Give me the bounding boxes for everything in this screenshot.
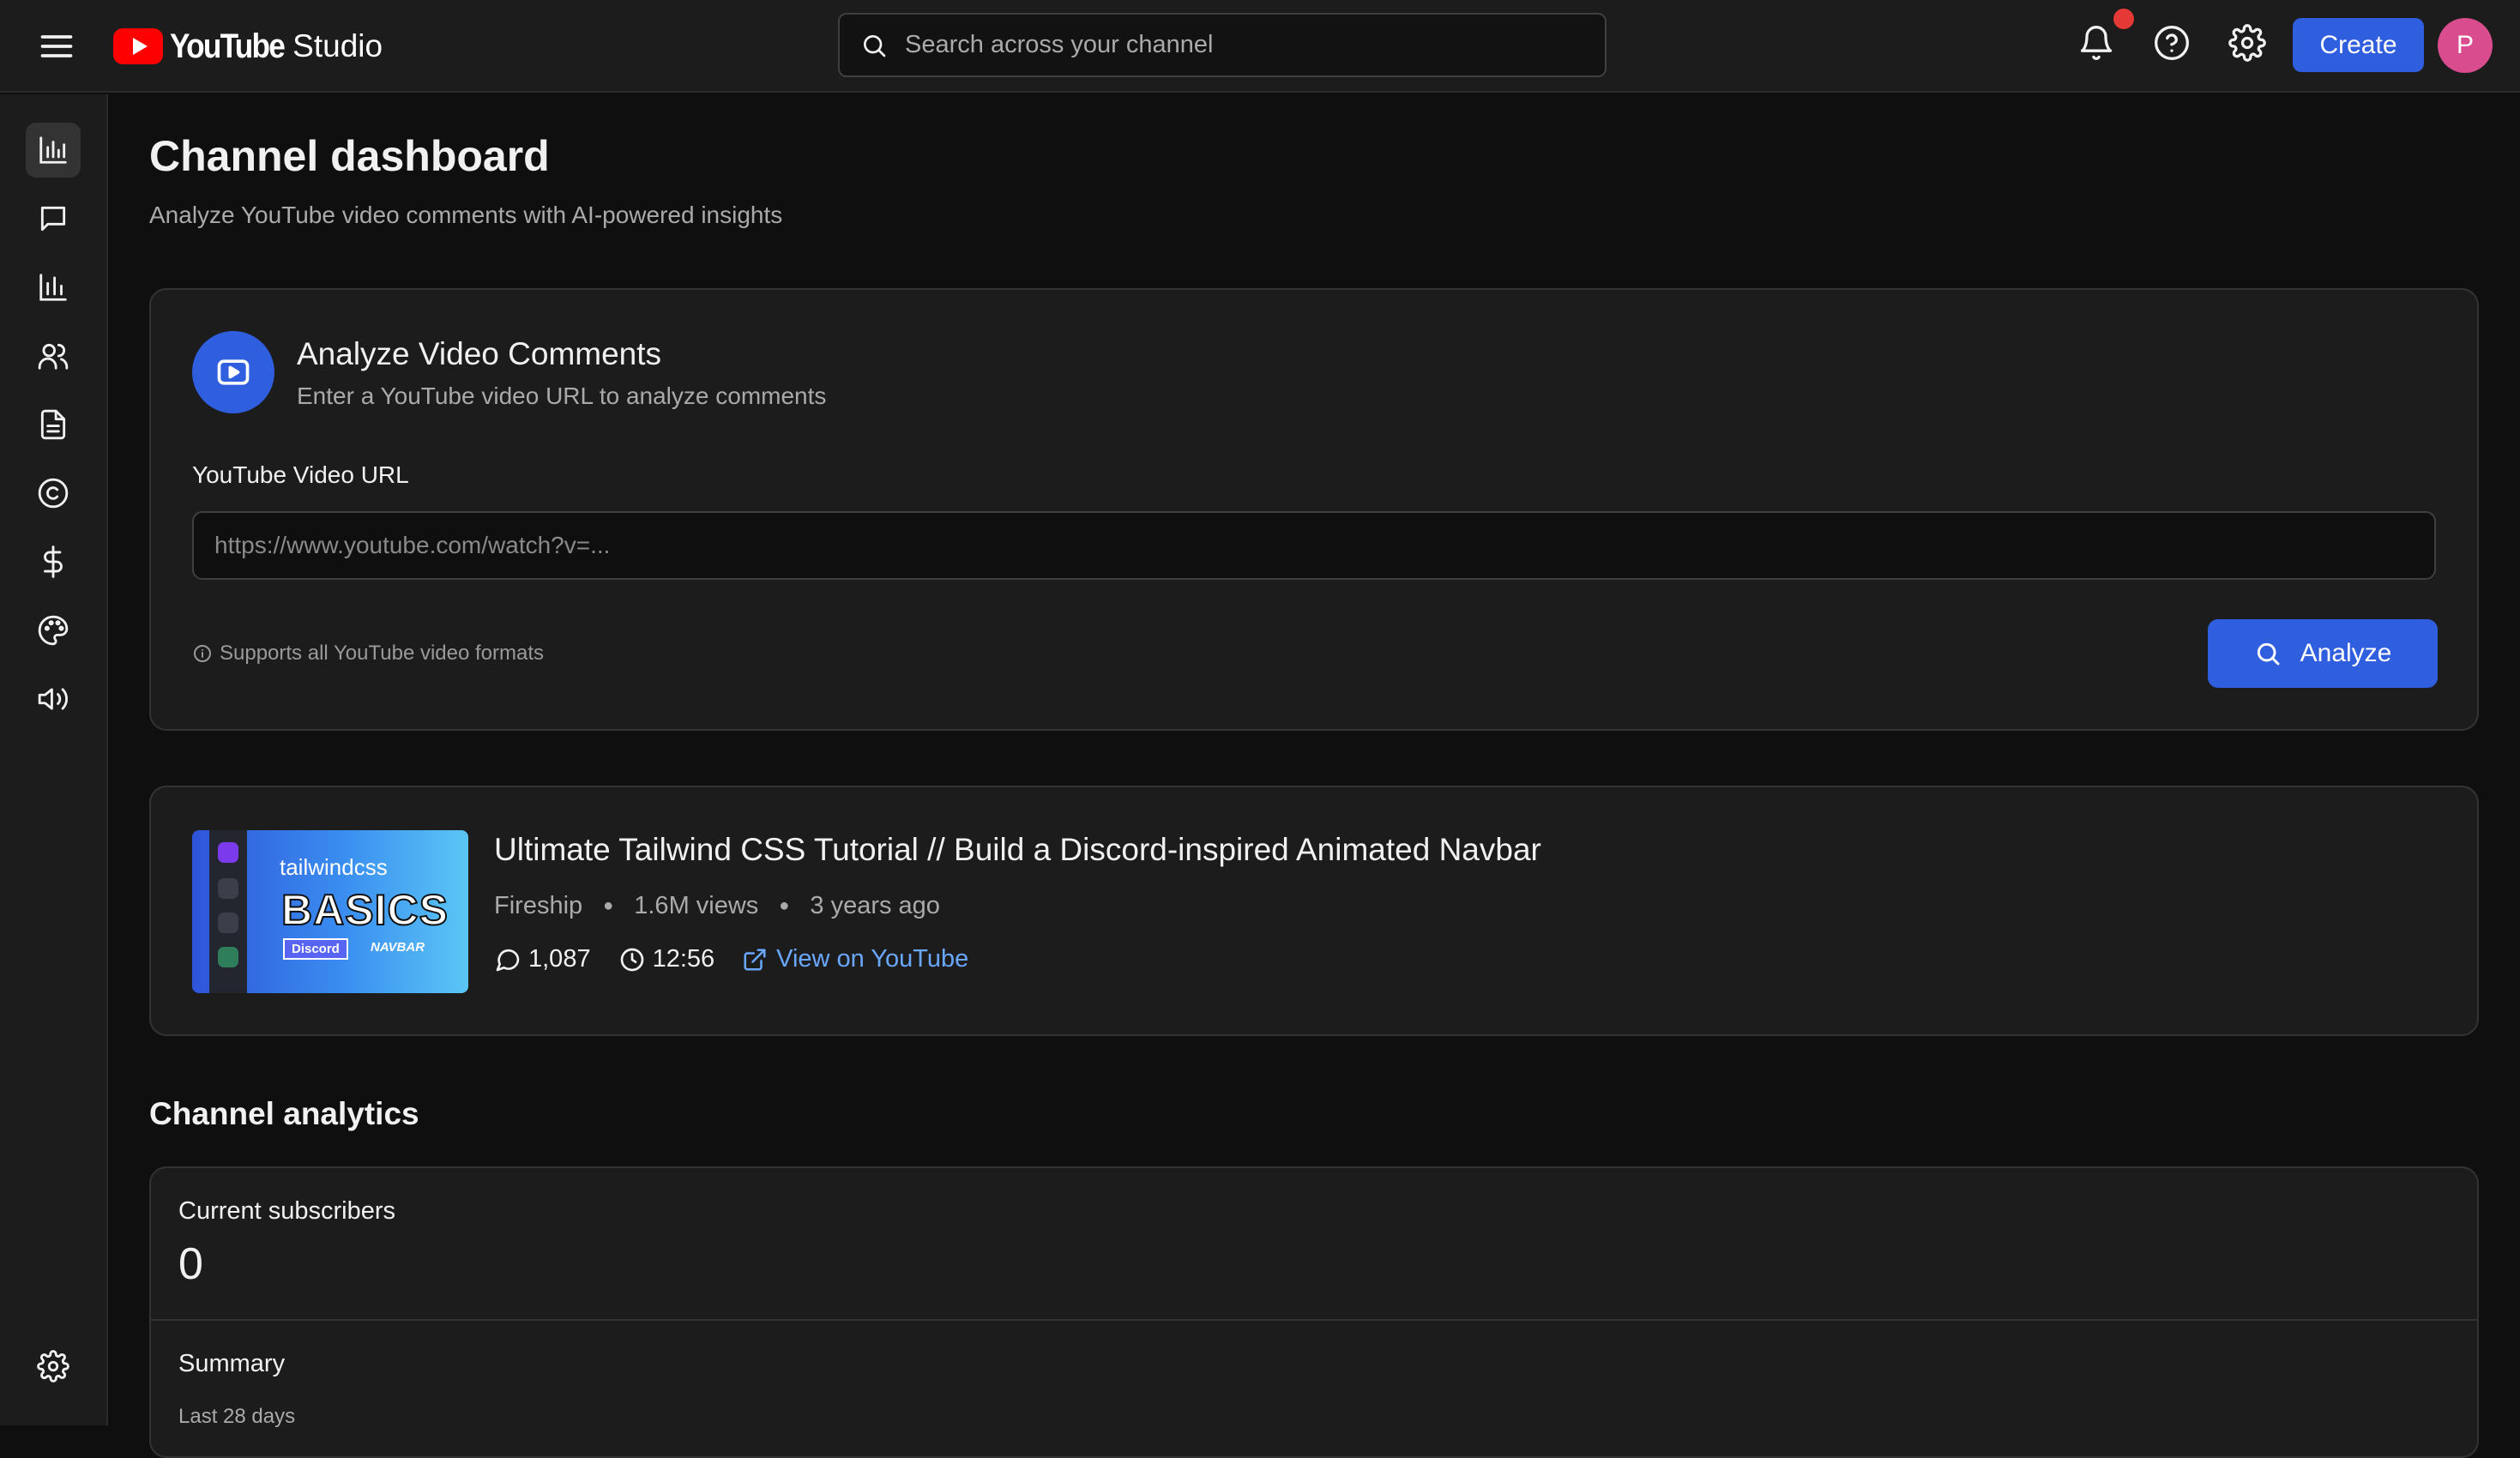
separator-dot: ● xyxy=(603,896,614,915)
thumbnail-tag-discord: Discord xyxy=(283,938,348,960)
duration-stat: 12:56 xyxy=(618,945,715,973)
search-icon xyxy=(864,34,886,57)
video-play-icon xyxy=(192,331,274,413)
analytics-card: Current subscribers 0 Summary Last 28 da… xyxy=(149,1166,2479,1458)
subscribers-value: 0 xyxy=(178,1239,203,1289)
channel-name[interactable]: Fireship xyxy=(494,892,582,920)
settings-icon xyxy=(37,1350,69,1383)
comment-icon xyxy=(496,949,520,971)
video-title[interactable]: Ultimate Tailwind CSS Tutorial // Build … xyxy=(494,832,1541,868)
thumbnail-headline: BASICS xyxy=(280,885,449,935)
avatar[interactable]: P xyxy=(2438,18,2493,73)
youtube-studio-logo[interactable]: YouTube Studio xyxy=(113,22,383,70)
url-field-label: YouTube Video URL xyxy=(192,461,409,488)
search-bar[interactable] xyxy=(838,13,1607,77)
sidebar-item-analytics[interactable] xyxy=(26,260,81,315)
thumbnail-brand: tailwindcss xyxy=(280,854,388,880)
page-subtitle: Analyze YouTube video comments with AI-p… xyxy=(149,202,783,228)
help-icon[interactable] xyxy=(2153,24,2194,65)
info-icon xyxy=(194,645,211,662)
analyze-card-title: Analyze Video Comments xyxy=(297,336,662,371)
channel-analytics-heading: Channel analytics xyxy=(149,1096,419,1131)
analyze-button[interactable]: Analyze xyxy=(2208,619,2438,688)
notification-badge xyxy=(2113,9,2134,29)
sidebar xyxy=(0,94,108,1425)
sidebar-item-earn[interactable] xyxy=(26,534,81,589)
video-stats: 1,087 12:56 View on YouTube xyxy=(494,945,968,973)
divider xyxy=(151,1319,2477,1321)
view-count: 1.6M views xyxy=(634,892,759,919)
studio-wordmark: Studio xyxy=(292,28,383,63)
analyze-button-label: Analyze xyxy=(2300,639,2392,667)
thumbnail-sidebar-graphic xyxy=(209,830,247,993)
sidebar-item-community[interactable] xyxy=(26,328,81,383)
youtube-play-logo-icon xyxy=(113,28,163,64)
separator-dot: ● xyxy=(779,896,790,915)
page-title: Channel dashboard xyxy=(149,132,550,180)
summary-label: Summary xyxy=(178,1350,286,1377)
settings-gear-icon[interactable] xyxy=(2228,24,2270,65)
speaker-icon xyxy=(38,688,69,710)
youtube-wordmark: YouTube xyxy=(170,27,286,65)
video-meta: Fireship ● 1.6M views ● 3 years ago xyxy=(494,892,940,920)
search-input[interactable] xyxy=(905,31,1574,59)
analytics-icon xyxy=(39,274,67,301)
external-link-icon xyxy=(744,949,766,970)
search-icon xyxy=(2257,642,2280,666)
sidebar-item-customization[interactable] xyxy=(26,603,81,658)
sidebar-item-settings[interactable] xyxy=(26,1339,81,1394)
analyze-card-subtitle: Enter a YouTube video URL to analyze com… xyxy=(297,383,827,409)
sidebar-item-audio-library[interactable] xyxy=(26,672,81,726)
formats-hint: Supports all YouTube video formats xyxy=(192,642,544,666)
sidebar-item-copyright[interactable] xyxy=(26,466,81,521)
comment-count-stat: 1,087 xyxy=(494,945,591,973)
formats-hint-text: Supports all YouTube video formats xyxy=(220,642,545,665)
comment-count: 1,087 xyxy=(528,945,591,973)
analyze-card: Analyze Video Comments Enter a YouTube v… xyxy=(149,288,2479,731)
subtitles-icon xyxy=(40,409,66,440)
subscribers-label: Current subscribers xyxy=(178,1197,396,1225)
upload-age: 3 years ago xyxy=(810,892,940,919)
clock-icon xyxy=(620,948,643,971)
video-duration: 12:56 xyxy=(652,945,715,973)
view-on-youtube-link[interactable]: View on YouTube xyxy=(742,945,968,973)
view-on-youtube-label: View on YouTube xyxy=(776,945,969,973)
earn-dollar-icon xyxy=(44,545,63,578)
create-button[interactable]: Create xyxy=(2293,18,2424,72)
sidebar-item-dashboard[interactable] xyxy=(26,123,81,178)
palette-icon xyxy=(38,615,69,646)
community-icon xyxy=(38,343,69,370)
copyright-icon xyxy=(38,478,69,509)
thumbnail-tag-navbar: NAVBAR xyxy=(371,940,425,955)
video-url-input[interactable] xyxy=(192,511,2436,580)
notifications-bell-icon[interactable] xyxy=(2077,24,2119,65)
comments-icon xyxy=(40,206,66,232)
dashboard-icon xyxy=(39,136,67,164)
sidebar-item-comments[interactable] xyxy=(26,191,81,246)
hamburger-menu-icon[interactable] xyxy=(38,27,75,65)
video-card: tailwindcss BASICS Discord NAVBAR Ultima… xyxy=(149,786,2479,1036)
sidebar-item-subtitles[interactable] xyxy=(26,397,81,452)
top-bar: YouTube Studio Create P xyxy=(0,0,2520,93)
video-thumbnail[interactable]: tailwindcss BASICS Discord NAVBAR xyxy=(192,830,468,993)
